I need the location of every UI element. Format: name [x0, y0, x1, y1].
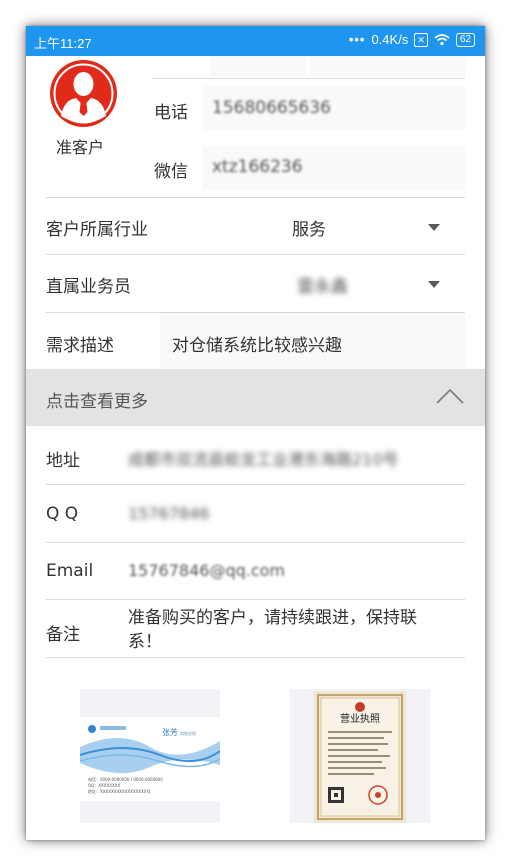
industry-label: 客户所属行业	[46, 220, 148, 240]
qq-value: 15767846	[128, 504, 210, 523]
customer-status: 准客户	[56, 138, 105, 157]
business-license-image[interactable]: 营业执照	[290, 689, 430, 823]
sim-icon: ✕	[414, 32, 428, 47]
salesperson-row[interactable]: 直属业务员 雷永鑫	[26, 255, 485, 311]
phone-screen: 上午11:27 ••• 0.4K/s ✕ 62 准客户 电话 156806656…	[26, 26, 485, 840]
license-title: 营业执照	[340, 712, 380, 725]
network-speed: 0.4K/s	[371, 32, 409, 47]
requirement-label: 需求描述	[46, 336, 114, 356]
card-title: 销售经理	[180, 730, 196, 736]
dropdown-caret-icon	[428, 281, 440, 288]
show-more-label: 点击查看更多	[46, 392, 148, 412]
status-time: 上午11:27	[34, 36, 92, 51]
top-partial-field[interactable]	[210, 56, 306, 76]
card-line-3: 地址：XXXXXXXXXXXXXXXXX号	[88, 788, 151, 794]
address-value: 成都市双流县蛟龙工业港东海路210号	[128, 450, 399, 469]
business-card-picture: 张芳 销售经理 电话：0000-0000000 / 0000-0000000 Q…	[79, 717, 221, 801]
qq-label: Q Q	[46, 504, 79, 524]
divider	[152, 78, 465, 79]
status-bar: 上午11:27 ••• 0.4K/s ✕ 62	[26, 26, 485, 56]
phone-label: 电话	[154, 103, 188, 123]
chevron-up-icon	[436, 388, 464, 404]
card-name: 张芳	[162, 727, 178, 737]
note-label: 备注	[46, 625, 80, 645]
note-value: 准备购买的客户，请持续跟进，保持联系！	[128, 608, 417, 652]
battery-indicator: 62	[455, 32, 475, 47]
divider	[46, 542, 465, 543]
status-indicators: ••• 0.4K/s ✕ 62	[349, 32, 475, 47]
divider	[46, 599, 465, 600]
address-label: 地址	[46, 451, 80, 471]
email-value: 15767846@qq.com	[128, 561, 286, 580]
show-more-toggle[interactable]: 点击查看更多	[26, 369, 485, 426]
person-avatar-icon	[50, 60, 117, 127]
wifi-icon	[434, 33, 450, 45]
industry-value: 服务	[292, 220, 326, 240]
more-dots-icon: •••	[348, 32, 366, 47]
business-card-image[interactable]: 张芳 销售经理 电话：0000-0000000 / 0000-0000000 Q…	[79, 689, 221, 823]
industry-row[interactable]: 客户所属行业 服务	[26, 198, 485, 254]
wechat-label: 微信	[154, 162, 188, 182]
top-partial-field-2[interactable]	[310, 56, 465, 76]
salesperson-value: 雷永鑫	[297, 277, 348, 297]
card-line-1: 电话：0000-0000000 / 0000-0000000	[88, 776, 163, 782]
customer-avatar[interactable]	[50, 60, 117, 127]
salesperson-label: 直属业务员	[46, 277, 131, 297]
divider	[46, 657, 465, 658]
dropdown-caret-icon	[428, 224, 440, 231]
requirement-value: 对仓储系统比较感兴趣	[172, 336, 342, 356]
divider	[46, 484, 465, 485]
card-line-2: QQ：XXXXXXXX	[88, 783, 120, 788]
email-label: Email	[46, 561, 94, 581]
business-license-picture: 营业执照	[314, 691, 406, 823]
phone-value: 15680665636	[212, 98, 331, 118]
wechat-value: xtz166236	[212, 157, 303, 177]
